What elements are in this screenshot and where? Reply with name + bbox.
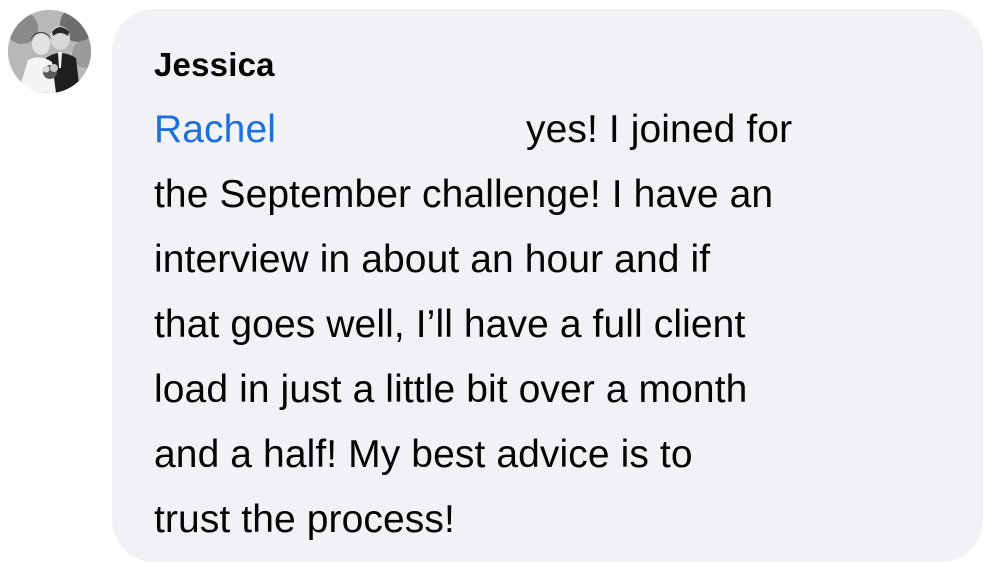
comment-line-2: the September challenge! I have an [154, 173, 774, 216]
comment-line-5: load in just a little bit over a month [154, 368, 748, 411]
comment-line-7: trust the process! [154, 498, 455, 541]
profile-photo-icon [8, 10, 91, 93]
comment-line-1: Rachel yes! I joined for [154, 97, 953, 162]
comment-bubble: Jessica Rachel yes! I joined for the Sept… [112, 9, 983, 562]
comment-line-4: that goes well, I’ll have a full client [154, 303, 746, 346]
comment-text: Rachel yes! I joined for the September ch… [154, 97, 953, 552]
author-avatar[interactable] [8, 10, 91, 93]
comment-line-text: yes! I joined for [526, 108, 793, 151]
comment-line-6: and a half! My best advice is to [154, 433, 693, 476]
comment-author-name[interactable]: Jessica [154, 43, 953, 87]
mention-link[interactable]: Rachel [154, 108, 276, 151]
comment-line-3: interview in about an hour and if [154, 238, 711, 281]
